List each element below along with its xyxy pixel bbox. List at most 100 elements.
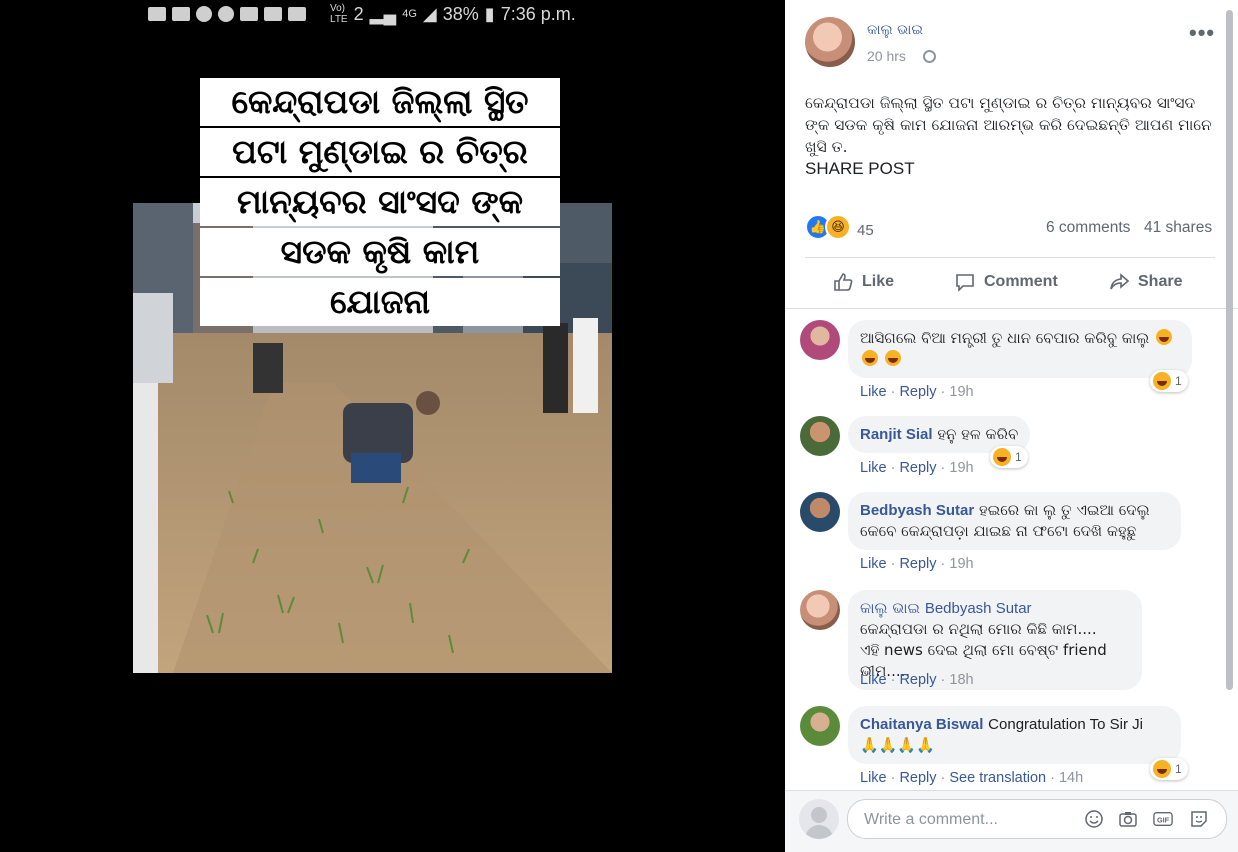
comment-reply-link[interactable]: Reply bbox=[899, 384, 936, 400]
user-avatar bbox=[799, 799, 839, 839]
edit-icon bbox=[172, 7, 190, 21]
laughing-emoji-icon bbox=[1156, 329, 1173, 345]
emoji-icon[interactable] bbox=[1084, 809, 1104, 829]
comment-reply-link[interactable]: Reply bbox=[899, 770, 936, 786]
share-label: Share bbox=[1138, 273, 1183, 290]
haha-reaction-icon bbox=[1153, 760, 1171, 778]
comment-bubble: Chaitanya Biswal Congratulation To Sir J… bbox=[848, 706, 1181, 764]
comment-time[interactable]: 19h bbox=[949, 384, 973, 400]
svg-text:GIF: GIF bbox=[1157, 816, 1170, 825]
comment-reaction-badge[interactable]: 1 bbox=[990, 446, 1028, 468]
post-timestamp[interactable]: 20 hrs bbox=[867, 48, 906, 64]
comments-count[interactable]: 6 comments bbox=[1046, 219, 1130, 237]
comment-meta: Like · Reply · 19h bbox=[860, 556, 974, 572]
comment-reaction-badge[interactable]: 1 bbox=[1150, 758, 1188, 780]
comment-button[interactable]: Comment bbox=[955, 268, 1058, 296]
comment-meta: Like · Reply · 18h bbox=[860, 672, 974, 688]
message-icon bbox=[148, 7, 166, 21]
network-type: 4G bbox=[402, 8, 417, 20]
comment-time[interactable]: 19h bbox=[949, 460, 973, 476]
comment-reaction-badge[interactable]: 1 bbox=[1150, 370, 1188, 392]
battery-icon: ▮ bbox=[484, 3, 495, 24]
comment-like-link[interactable]: Like bbox=[860, 460, 887, 476]
like-button[interactable]: Like bbox=[833, 268, 894, 296]
globe-icon bbox=[923, 50, 936, 63]
image-caption: କେନ୍ଦ୍ରାପଡା ଜିଲ୍ଲା ସ୍ଥିତ ପଟା ମୁଣ୍ଡାଇ ର ଚ… bbox=[200, 78, 560, 328]
commenter-avatar[interactable] bbox=[800, 320, 840, 360]
comment-input[interactable] bbox=[862, 800, 1076, 840]
comment-like-link[interactable]: Like bbox=[860, 384, 887, 400]
sticker-icon[interactable] bbox=[1189, 809, 1209, 829]
comment-like-link[interactable]: Like bbox=[860, 556, 887, 572]
write-comment-box[interactable]: GIF bbox=[847, 799, 1227, 840]
reaction-count: 45 bbox=[857, 221, 874, 239]
sim-indicator: 2 bbox=[353, 3, 364, 24]
scrollbar-thumb[interactable] bbox=[1226, 10, 1233, 690]
comment-meta: Like · Reply · 19h bbox=[860, 384, 974, 400]
laughing-emoji-icon bbox=[884, 350, 901, 366]
comment-icon bbox=[956, 274, 974, 292]
caption-line: ଯୋଜନା bbox=[319, 280, 441, 323]
comment-reaction-count: 1 bbox=[1015, 450, 1022, 464]
gif-icon[interactable]: GIF bbox=[1153, 809, 1173, 829]
commenter-avatar[interactable] bbox=[800, 706, 840, 746]
post-author[interactable]: କାଲୁ ଭାଇ bbox=[867, 22, 923, 38]
comment-text: କେନ୍ଦ୍ରାପଡା ର ନଥିଲା ମୋର କିଛି କାମ.... bbox=[860, 620, 1097, 638]
comment-like-link[interactable]: Like bbox=[860, 770, 887, 786]
comment-text: ଆସିଗଲେ ବିଆ ମନ୍ତ୍ରୀ ତୁ ଧାନ ବେପାର କରିବୁ କା… bbox=[860, 329, 1150, 347]
reaction-summary[interactable]: 👍 😆 45 bbox=[805, 214, 874, 240]
see-translation-link[interactable]: See translation bbox=[949, 770, 1046, 786]
youtube-icon bbox=[240, 7, 258, 21]
share-icon bbox=[1110, 273, 1129, 290]
comment-time[interactable]: 18h bbox=[949, 672, 973, 688]
whatsapp-icon bbox=[196, 6, 212, 22]
comment-reply-link[interactable]: Reply bbox=[899, 672, 936, 688]
shares-count[interactable]: 41 shares bbox=[1144, 219, 1212, 237]
comment-like-link[interactable]: Like bbox=[860, 672, 887, 688]
scrollbar[interactable] bbox=[1226, 0, 1234, 690]
write-comment-row: GIF bbox=[785, 790, 1238, 852]
commenter-name[interactable]: Bedbyash Sutar bbox=[860, 502, 974, 519]
haha-reaction-icon: 😆 bbox=[825, 214, 851, 240]
laughing-emoji-icon bbox=[862, 350, 878, 366]
phone-status-bar: Vo) LTE 2 ▂▄ 4G ◢ 38% ▮ 7:36 p.m. bbox=[148, 2, 576, 26]
author-avatar[interactable] bbox=[805, 17, 855, 67]
volte-icon: Vo) LTE bbox=[330, 3, 348, 25]
commenter-name[interactable]: କାଲୁ ଭାଇ bbox=[860, 599, 920, 617]
comment-text: ହଇରେ କା ଲୁ ତୁ ଏଇଆ ଦେଲୁ bbox=[978, 501, 1150, 519]
caption-line: କେନ୍ଦ୍ରାପଡା ଜିଲ୍ଲା ସ୍ଥିତ bbox=[221, 80, 539, 123]
comment-reply-link[interactable]: Reply bbox=[899, 556, 936, 572]
comment-meta: Like · Reply · See translation · 14h bbox=[860, 770, 1084, 786]
share-button[interactable]: Share bbox=[1109, 268, 1182, 296]
comment-text-line2: 🙏🙏🙏🙏 bbox=[860, 736, 935, 754]
caption-line: ମାନ୍ୟବର ସାଂସଦ ଙ୍କ bbox=[226, 180, 534, 223]
comment-text: ହନୁ ହଳ କରିବ bbox=[937, 425, 1019, 443]
haha-reaction-icon bbox=[993, 448, 1011, 466]
comment-reply-link[interactable]: Reply bbox=[899, 460, 936, 476]
camera-icon[interactable] bbox=[1118, 809, 1138, 829]
caption-line: ସଡକ କୃଷି କାମ bbox=[270, 230, 490, 273]
mention-link[interactable]: Bedbyash Sutar bbox=[925, 600, 1032, 617]
commenter-avatar[interactable] bbox=[800, 492, 840, 532]
caption-line: ପଟା ମୁଣ୍ଡାଇ ର ଚିତ୍ର bbox=[222, 130, 538, 173]
comment-label: Comment bbox=[984, 273, 1058, 290]
commenter-avatar[interactable] bbox=[800, 416, 840, 456]
more-options-icon[interactable]: ••• bbox=[1189, 20, 1215, 46]
signal-icon-2: ◢ bbox=[422, 3, 437, 24]
commenter-avatar[interactable] bbox=[800, 590, 840, 630]
photo-viewer: Vo) LTE 2 ▂▄ 4G ◢ 38% ▮ 7:36 p.m. କେନ୍ଦ୍… bbox=[0, 0, 785, 851]
commenter-name[interactable]: Ranjit Sial bbox=[860, 426, 933, 443]
thumbs-up-icon bbox=[834, 273, 853, 291]
post-text: କେନ୍ଦ୍ରାପଡା ଜିଲ୍ଲା ସ୍ଥିତ ପଟା ମୁଣ୍ଡାଇ ର ଚ… bbox=[805, 92, 1220, 180]
comment-bubble: ଆସିଗଲେ ବିଆ ମନ୍ତ୍ରୀ ତୁ ଧାନ ବେପାର କରିବୁ କା… bbox=[848, 320, 1192, 378]
divider bbox=[805, 257, 1215, 258]
comment-meta: Like · Reply · 19h bbox=[860, 460, 974, 476]
comment-time[interactable]: 14h bbox=[1059, 770, 1083, 786]
comment-reaction-count: 1 bbox=[1175, 762, 1182, 776]
comment-text: Congratulation To Sir Ji bbox=[988, 716, 1143, 733]
comment-text-line2: କେବେ କେନ୍ଦ୍ରାପଡ଼ା ଯାଇଛ ନା ଫଟୋ ଦେଖି କହୁଛୁ bbox=[860, 522, 1137, 540]
battery-percent: 38% bbox=[442, 3, 479, 24]
comment-time[interactable]: 19h bbox=[949, 556, 973, 572]
comment-bubble: Bedbyash Sutar ହଇରେ କା ଲୁ ତୁ ଏଇଆ ଦେଲୁ କେ… bbox=[848, 492, 1181, 550]
commenter-name[interactable]: Chaitanya Biswal bbox=[860, 716, 983, 733]
